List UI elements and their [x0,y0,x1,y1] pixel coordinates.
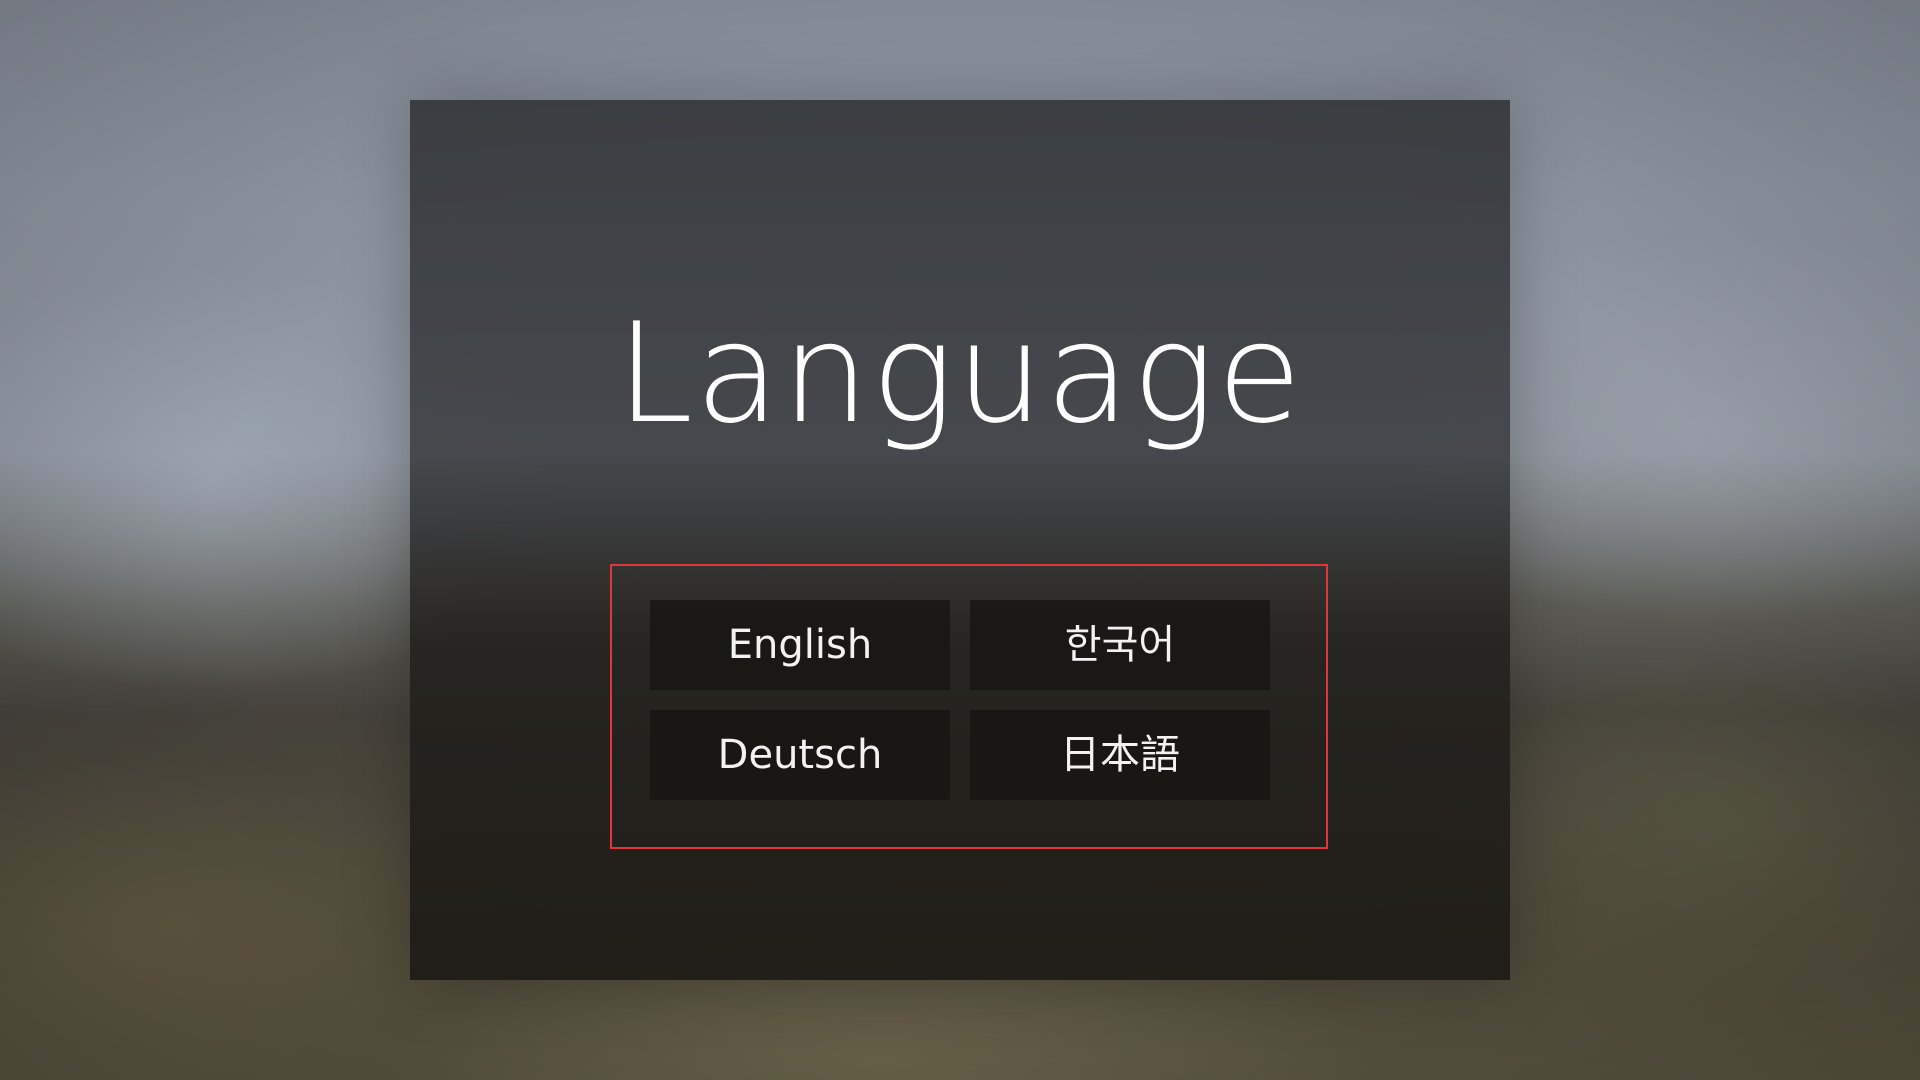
language-dialog: Language English 한국어 Deutsch 日本語 [410,100,1510,980]
dialog-title: Language [616,293,1304,454]
language-option-german[interactable]: Deutsch [650,710,950,800]
language-option-english[interactable]: English [650,600,950,690]
language-option-korean[interactable]: 한국어 [970,600,1270,690]
language-option-label: 日本語 [1060,732,1180,778]
language-option-label: Deutsch [717,732,883,778]
language-option-japanese[interactable]: 日本語 [970,710,1270,800]
language-option-label: 한국어 [1064,622,1176,668]
language-option-label: English [727,622,873,668]
language-options-group: English 한국어 Deutsch 日本語 [610,564,1328,849]
